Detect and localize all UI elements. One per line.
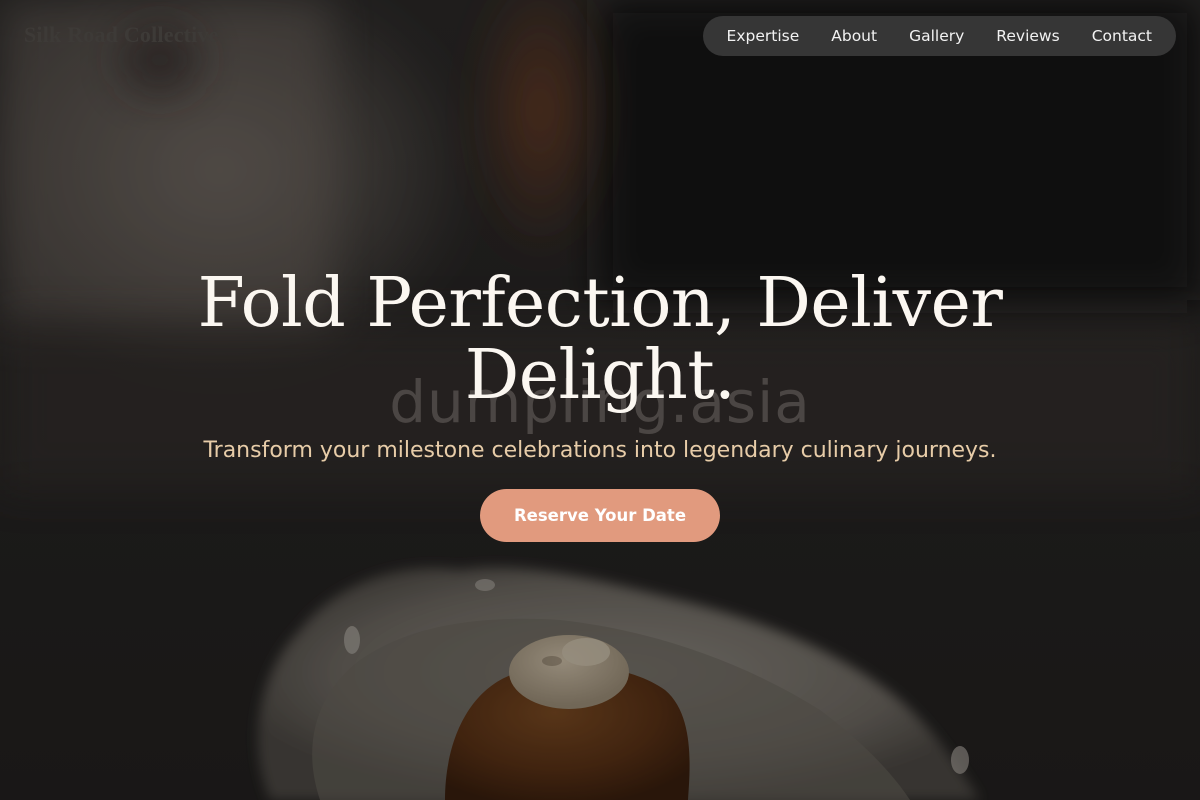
- nav-item-reviews[interactable]: Reviews: [980, 27, 1075, 45]
- hero-subheadline: Transform your milestone celebrations in…: [203, 438, 997, 463]
- brand-logo[interactable]: Silk Road Collective: [24, 22, 219, 48]
- nav-item-gallery[interactable]: Gallery: [893, 27, 980, 45]
- hero-section: Silk Road Collective Expertise About Gal…: [0, 0, 1200, 800]
- nav-item-contact[interactable]: Contact: [1076, 27, 1168, 45]
- nav-item-about[interactable]: About: [815, 27, 893, 45]
- reserve-date-button[interactable]: Reserve Your Date: [480, 489, 720, 542]
- hero-headline: Fold Perfection, Deliver Delight.: [197, 264, 1003, 415]
- main-nav: Expertise About Gallery Reviews Contact: [702, 16, 1176, 56]
- nav-item-expertise[interactable]: Expertise: [711, 27, 816, 45]
